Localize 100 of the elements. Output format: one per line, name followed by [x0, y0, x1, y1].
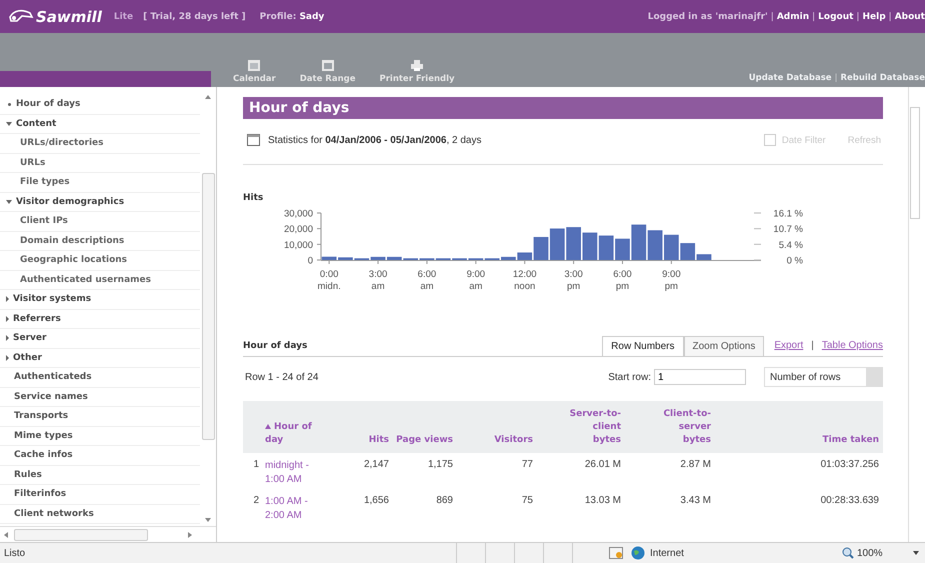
sidebar-item[interactable]: URLs/directories — [0, 134, 200, 154]
table-cell-text: 26.01 M — [584, 459, 621, 472]
separator: | — [770, 12, 774, 22]
sidebar-item[interactable]: Referrers — [0, 310, 200, 329]
scroll-right-icon[interactable] — [188, 532, 192, 538]
tab[interactable]: Row Numbers — [602, 336, 684, 356]
sidebar-item[interactable]: File types — [0, 173, 200, 192]
start-row-label: Start row: — [608, 372, 651, 382]
column-header[interactable]: Visitors — [453, 434, 533, 447]
trial-label: [ Trial, 28 days left ] — [143, 12, 246, 22]
column-header[interactable]: Client-to-server bytes — [621, 408, 711, 447]
scroll-up-icon[interactable] — [205, 95, 211, 99]
tick-mark — [754, 244, 762, 245]
login-label: Logged in as 'marinajfr' — [648, 12, 768, 22]
axis-tick-label: 12:00 noon — [512, 269, 537, 292]
sidebar-item[interactable]: Filterinfos — [0, 485, 200, 504]
scroll-thumb[interactable] — [202, 173, 214, 440]
row-count: Row 1 - 24 of 24 — [244, 372, 318, 382]
table-cell-text: 13.03 M — [584, 495, 621, 508]
table-cell-text: 2,147 — [362, 459, 389, 472]
calendar-icon — [248, 60, 260, 71]
sidebar-item[interactable]: Server — [0, 329, 200, 348]
sidebar-item[interactable]: Client networks — [0, 504, 200, 524]
link[interactable]: Logout — [818, 12, 854, 22]
table-cell-text: 1,175 — [426, 459, 453, 472]
separator: | — [856, 12, 860, 22]
table-cell-text: 00:28:33.639 — [820, 495, 879, 508]
sidebar-item[interactable]: Cache infos — [0, 446, 200, 466]
printer-icon — [411, 60, 424, 71]
percent-label: 0 % — [786, 256, 803, 266]
sidebar-item[interactable]: Visitor demographics — [0, 192, 200, 212]
sidebar-item[interactable]: Transports — [0, 407, 200, 426]
column-header[interactable]: Page views — [389, 434, 453, 447]
tab[interactable]: Zoom Options — [684, 336, 764, 356]
table-link[interactable]: 1:00 AM - 2:00 AM — [265, 495, 327, 525]
bar — [550, 228, 565, 260]
axis-tick-label: 0:00 midn. — [318, 269, 341, 292]
sidebar-item[interactable]: Mime types — [0, 426, 200, 446]
percent-label: 16.1 % — [773, 208, 803, 220]
link[interactable]: Export — [774, 340, 804, 351]
sidebar-item[interactable]: Other — [0, 348, 200, 368]
sidebar-item[interactable]: Domain descriptions — [0, 232, 200, 251]
tick-mark — [754, 228, 762, 230]
sidebar-item[interactable]: Authenticated usernames — [0, 270, 200, 290]
axis-tick-label: 30,000 — [284, 208, 313, 220]
link[interactable]: Table Options — [822, 340, 883, 351]
scroll-left-icon[interactable] — [4, 532, 8, 538]
axis-title: Hits — [243, 193, 264, 203]
percent-label: 5.4 % — [778, 240, 803, 251]
app-name: Sawmill — [36, 8, 102, 26]
column-header[interactable]: Time taken — [711, 434, 879, 447]
zoom-level[interactable]: 100% — [857, 548, 883, 558]
axis-tick-label: 3:00 am — [368, 269, 388, 292]
table-cell-text: 75 — [520, 495, 533, 508]
scrollbar[interactable] — [908, 87, 921, 542]
separator: | — [888, 12, 892, 22]
link[interactable]: About — [894, 12, 925, 22]
table-cell-text: 1,656 — [362, 495, 389, 508]
row-number: 2 — [252, 495, 260, 508]
statistics-text: Statistics for 04/Jan/2006 - 05/Jan/2006, 2 days — [268, 134, 482, 146]
sidebar-item[interactable]: Geographic locations — [0, 251, 200, 270]
table-title: Hour of days — [243, 341, 308, 353]
row-number: 1 — [252, 459, 260, 472]
scroll-thumb[interactable] — [14, 528, 148, 540]
zoom-icon — [842, 547, 854, 559]
status-text: Listo — [3, 548, 26, 558]
axis-tick-label: 9:00 am — [466, 269, 486, 292]
axis-tick-label: 0 — [308, 256, 313, 266]
profile-label: Profile: Sady — [260, 12, 324, 22]
sidebar-item[interactable]: Authenticateds — [0, 368, 200, 388]
separator: | — [834, 73, 838, 83]
column-header[interactable]: Server-to-client bytes — [533, 408, 621, 447]
column-header[interactable]: Hits — [327, 434, 389, 447]
sidebar-item[interactable]: URLs — [0, 154, 200, 173]
sidebar-item[interactable]: Hour of days — [0, 95, 200, 114]
sidebar-item[interactable]: Rules — [0, 466, 200, 485]
column-header[interactable]: Hour of day — [265, 421, 327, 447]
start-row-field[interactable]: 1 — [654, 369, 746, 385]
separator: | — [811, 340, 814, 351]
sidebar-item[interactable]: Service names — [0, 388, 200, 407]
rows-dropdown[interactable]: Number of rows — [764, 367, 883, 387]
link[interactable]: Help — [862, 12, 886, 22]
axis-tick-label: 10,000 — [284, 240, 313, 251]
sidebar-item[interactable]: Content — [0, 114, 200, 134]
edition-label: Lite — [114, 12, 134, 22]
sidebar-item[interactable]: Visitor systems — [0, 290, 200, 310]
link[interactable]: Admin — [776, 12, 810, 22]
sidebar-item[interactable]: Client IPs — [0, 212, 200, 232]
calendar-icon — [247, 134, 260, 146]
axis-tick-label: 6:00 pm — [613, 269, 632, 292]
axis-tick-label: 9:00 pm — [662, 269, 681, 292]
scroll-down-icon[interactable] — [205, 518, 211, 522]
y-axis — [316, 212, 322, 260]
bullet-icon — [8, 102, 11, 106]
axis-tick-label: 6:00 am — [418, 269, 436, 292]
bar — [582, 232, 598, 260]
axis-tick-label: 20,000 — [284, 224, 313, 236]
bar — [566, 227, 581, 260]
scroll-thumb[interactable] — [910, 107, 920, 219]
table-link[interactable]: midnight - 1:00 AM — [265, 459, 327, 489]
